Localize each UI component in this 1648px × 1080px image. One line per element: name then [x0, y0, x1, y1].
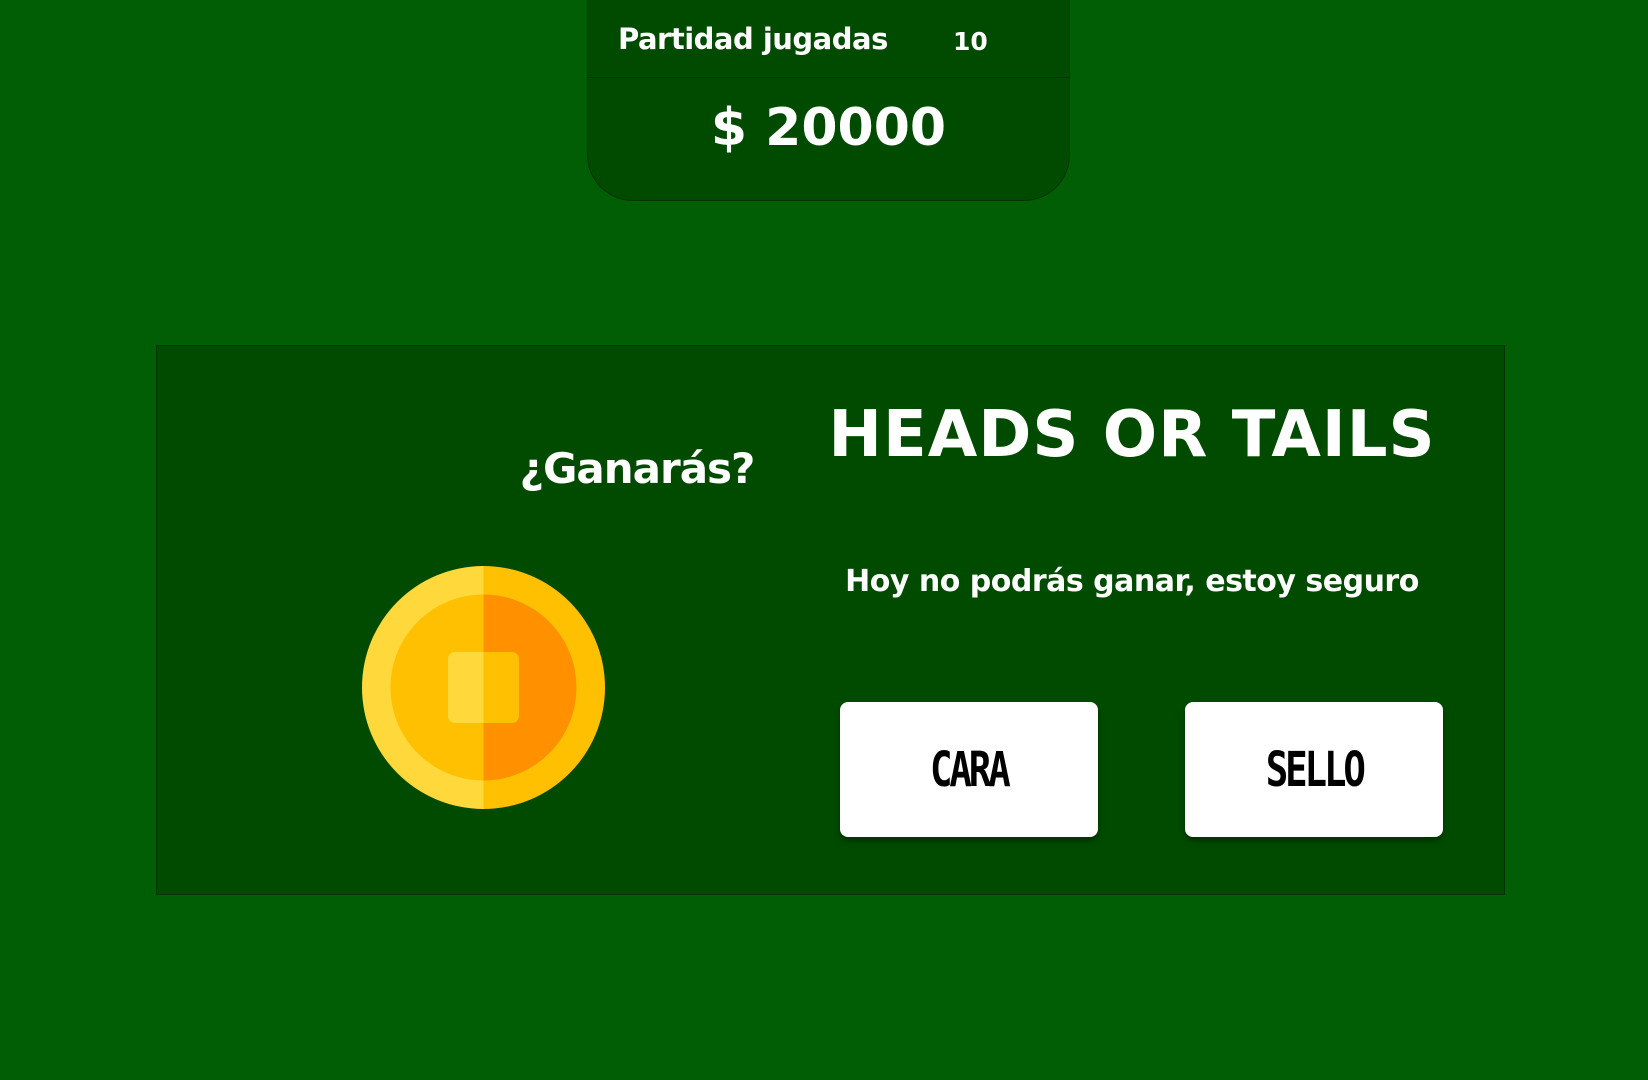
question-text: ¿Ganarás?	[519, 444, 756, 493]
taunt-text: Hoy no podrás ganar, estoy seguro	[845, 564, 1419, 599]
heads-button-label: CARA	[930, 741, 1011, 798]
heads-button[interactable]: CARA	[840, 702, 1098, 837]
tails-button[interactable]: SELLO	[1185, 702, 1443, 837]
stats-panel: Partidad jugadas 10 $ 20000	[587, 0, 1070, 201]
game-title: HEADS OR TAILS	[828, 398, 1436, 472]
balance-display: $ 20000	[710, 98, 947, 158]
coin-icon	[362, 566, 605, 809]
game-panel: ¿Ganarás? HEADS OR TAILS Hoy no podrás g…	[156, 345, 1505, 895]
tails-button-label: SELLO	[1265, 741, 1365, 798]
games-played-count: 10	[953, 27, 988, 56]
games-played-label: Partidad jugadas	[618, 22, 888, 56]
games-played-row: Partidad jugadas 10	[588, 0, 1069, 78]
